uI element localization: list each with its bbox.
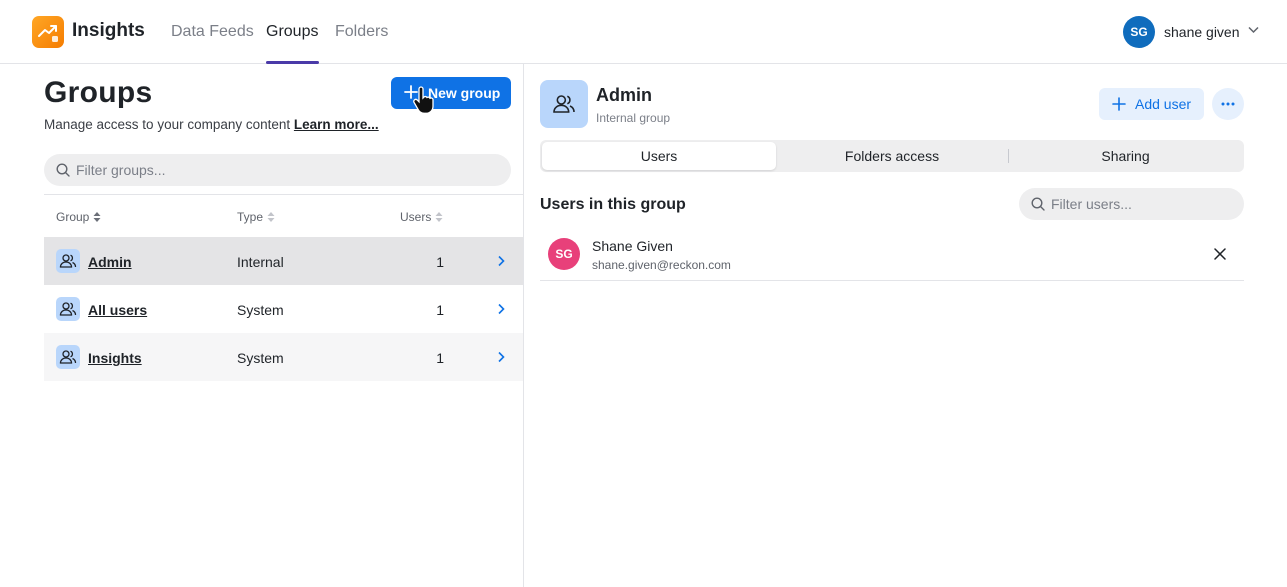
add-user-button[interactable]: Add user	[1099, 88, 1204, 120]
user-menu-name[interactable]: shane given	[1164, 24, 1240, 40]
active-tab-indicator	[266, 61, 319, 64]
group-user-count: 1	[436, 350, 444, 366]
insights-logo-icon[interactable]	[32, 16, 64, 48]
group-subtitle: Internal group	[596, 111, 671, 125]
detail-tabs: Users Folders access Sharing	[540, 140, 1244, 172]
filter-users-input[interactable]	[1051, 188, 1236, 220]
table-row[interactable]: All users System 1	[44, 285, 523, 333]
tab-folders-access[interactable]: Folders access	[776, 142, 1008, 170]
pane-divider	[523, 64, 524, 587]
table-divider	[44, 194, 523, 195]
column-header-group-label: Group	[56, 210, 90, 224]
member-name: Shane Given	[592, 238, 673, 254]
chevron-down-icon[interactable]	[1248, 26, 1259, 34]
sort-icon	[267, 212, 275, 222]
column-header-group[interactable]: Group	[56, 210, 101, 224]
learn-more-link[interactable]: Learn more...	[294, 117, 379, 132]
group-name-link[interactable]: Admin	[88, 254, 132, 270]
table-row[interactable]: Insights System 1	[44, 333, 523, 381]
group-name-link[interactable]: Insights	[88, 350, 142, 366]
group-type: System	[237, 302, 284, 318]
group-icon	[56, 345, 80, 369]
group-icon	[56, 297, 80, 321]
filter-users-field[interactable]	[1019, 188, 1244, 220]
page-title: Groups	[44, 76, 153, 109]
list-item: SG Shane Given shane.given@reckon.com	[540, 230, 1244, 281]
new-group-button[interactable]: New group	[391, 77, 511, 109]
close-icon[interactable]	[1213, 247, 1227, 261]
more-options-button[interactable]	[1212, 88, 1244, 120]
nav-tab-data-feeds[interactable]: Data Feeds	[171, 23, 254, 41]
member-email: shane.given@reckon.com	[592, 258, 731, 272]
group-title: Admin	[596, 85, 652, 105]
tab-users[interactable]: Users	[542, 142, 776, 170]
group-name-link[interactable]: All users	[88, 302, 147, 318]
add-user-label: Add user	[1135, 96, 1192, 112]
filter-groups-input[interactable]	[76, 154, 496, 186]
plus-icon	[1112, 97, 1126, 111]
group-avatar-icon	[540, 80, 588, 128]
app-name: Insights	[72, 20, 145, 41]
chevron-right-icon[interactable]	[497, 303, 505, 315]
group-type: Internal	[237, 254, 284, 270]
sort-icon	[93, 212, 101, 222]
search-icon	[56, 163, 70, 177]
ellipsis-icon	[1221, 102, 1235, 106]
column-header-type[interactable]: Type	[237, 210, 275, 224]
page-subtitle: Manage access to your company content Le…	[44, 117, 379, 132]
user-avatar[interactable]: SG	[1123, 16, 1155, 48]
group-type: System	[237, 350, 284, 366]
sort-icon	[435, 212, 443, 222]
new-group-label: New group	[428, 85, 501, 101]
top-nav-bar: Insights Data Feeds Groups Folders SG sh…	[0, 0, 1287, 64]
group-user-count: 1	[436, 254, 444, 270]
tab-sharing[interactable]: Sharing	[1009, 142, 1242, 170]
chevron-right-icon[interactable]	[497, 255, 505, 267]
chevron-right-icon[interactable]	[497, 351, 505, 363]
subtitle-text: Manage access to your company content	[44, 117, 291, 132]
hand-cursor-icon	[413, 86, 434, 114]
group-user-count: 1	[436, 302, 444, 318]
search-icon	[1031, 197, 1045, 211]
column-header-type-label: Type	[237, 210, 264, 224]
users-section-heading: Users in this group	[540, 196, 686, 213]
column-header-users[interactable]: Users	[400, 210, 443, 224]
filter-groups-field[interactable]	[44, 154, 511, 186]
group-icon	[56, 249, 80, 273]
member-avatar: SG	[548, 238, 580, 270]
nav-tab-folders[interactable]: Folders	[335, 23, 388, 41]
column-header-users-label: Users	[400, 210, 432, 224]
nav-tab-groups[interactable]: Groups	[266, 23, 318, 41]
table-row[interactable]: Admin Internal 1	[44, 237, 523, 285]
